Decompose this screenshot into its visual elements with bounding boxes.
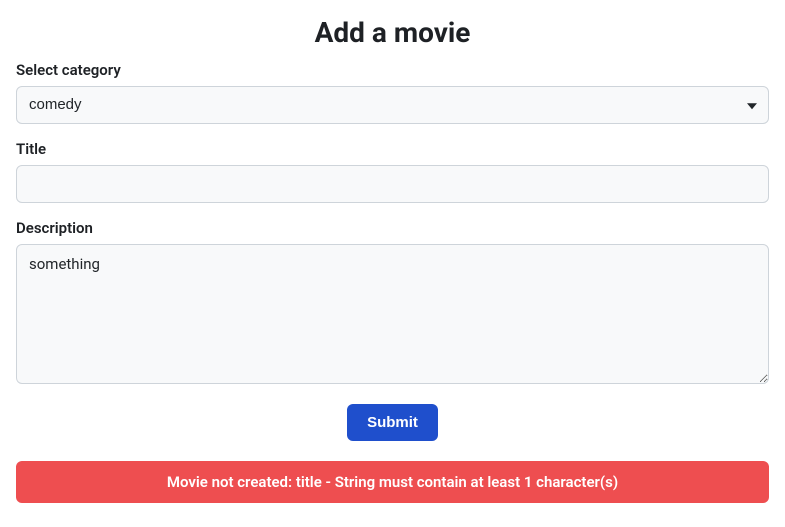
submit-button[interactable]: Submit: [347, 404, 438, 441]
title-label: Title: [16, 140, 769, 158]
category-group: Select category comedy: [16, 61, 769, 124]
title-input[interactable]: [16, 165, 769, 203]
title-group: Title: [16, 140, 769, 203]
page-title: Add a movie: [16, 16, 769, 49]
error-alert: Movie not created: title - String must c…: [16, 461, 769, 503]
add-movie-form: Select category comedy Title Description…: [16, 61, 769, 441]
category-label: Select category: [16, 61, 769, 79]
description-textarea[interactable]: something: [16, 244, 769, 384]
description-group: Description something: [16, 219, 769, 388]
description-label: Description: [16, 219, 769, 237]
category-select[interactable]: comedy: [16, 86, 769, 124]
category-select-wrapper: comedy: [16, 86, 769, 124]
submit-row: Submit: [16, 404, 769, 441]
